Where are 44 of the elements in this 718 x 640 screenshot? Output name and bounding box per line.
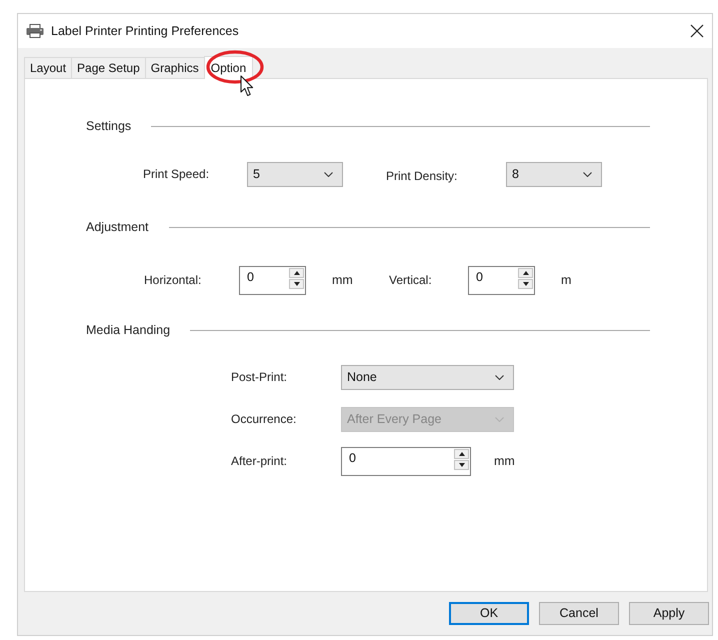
field-label: Occurrence: <box>231 412 298 427</box>
up-triangle-icon <box>294 271 300 275</box>
annotation-ellipse <box>206 50 264 84</box>
down-triangle-icon <box>294 282 300 286</box>
section-heading: Media Handing <box>86 322 170 338</box>
spin-box[interactable]: 0 <box>341 447 471 476</box>
spin-box[interactable]: 0 <box>239 266 306 295</box>
spin-down-button[interactable] <box>289 279 304 289</box>
unit-label: m <box>561 273 572 288</box>
chevron-down-icon <box>495 375 504 380</box>
dropdown[interactable]: None <box>341 365 514 390</box>
spin-up-button[interactable] <box>454 449 469 459</box>
close-icon <box>690 24 704 38</box>
spin-box[interactable]: 0 <box>468 266 535 295</box>
unit-label: mm <box>494 454 515 469</box>
dialog-button[interactable]: Apply <box>629 602 709 625</box>
chevron-down-icon <box>324 172 333 177</box>
field-label: Horizontal: <box>144 273 202 288</box>
up-triangle-icon <box>522 271 528 275</box>
dialog-button[interactable]: Cancel <box>539 602 619 625</box>
dropdown[interactable]: 5 <box>247 162 343 187</box>
up-triangle-icon <box>458 452 464 456</box>
section-heading: Settings <box>86 118 132 134</box>
down-triangle-icon <box>458 463 464 467</box>
field-label: Post-Print: <box>231 370 288 385</box>
section-heading: Adjustment <box>86 220 149 234</box>
tab[interactable]: Layout <box>24 57 72 78</box>
spin-up-button[interactable] <box>518 268 533 278</box>
window-title: Label Printer Printing Preferences <box>51 24 239 38</box>
spin-down-button[interactable] <box>454 460 469 470</box>
field-label: After-print: <box>231 454 288 469</box>
down-triangle-icon <box>522 282 528 286</box>
spin-down-button[interactable] <box>518 279 533 289</box>
chevron-down-icon <box>495 417 504 422</box>
unit-label: mm <box>332 273 353 288</box>
field-label: Print Speed: <box>143 167 210 182</box>
dialog-button[interactable]: OK <box>449 602 529 625</box>
dropdown[interactable]: 8 <box>506 162 602 187</box>
field-label: Vertical: <box>389 273 433 288</box>
field-label: Print Density: <box>386 168 458 184</box>
chevron-down-icon <box>583 172 592 177</box>
printer-icon <box>26 24 44 38</box>
spin-up-button[interactable] <box>289 268 304 278</box>
close-button[interactable] <box>690 24 704 38</box>
